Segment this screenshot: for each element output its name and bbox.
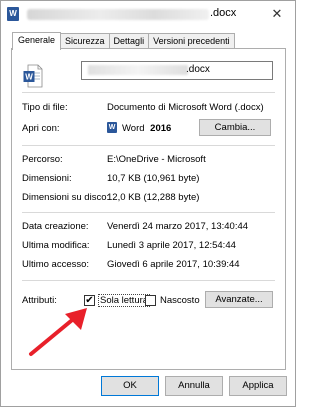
advanced-button[interactable]: Avanzate... (205, 291, 273, 308)
size-value: 10,7 KB (10,961 byte) (107, 173, 200, 184)
blurred-file-name (27, 9, 209, 20)
file-type-value: Documento di Microsoft Word (.docx) (107, 102, 264, 113)
tab-versioni-precedenti[interactable]: Versioni precedenti (148, 33, 235, 49)
apply-button[interactable]: Applica (229, 376, 287, 396)
divider (22, 212, 275, 213)
tab-generale[interactable]: Generale (12, 32, 62, 50)
file-name-suffix: .docx (186, 64, 210, 75)
opens-with-app-name: Word (122, 123, 145, 134)
divider (22, 145, 275, 146)
change-button[interactable]: Cambia... (199, 119, 271, 136)
hidden-checkbox[interactable] (145, 295, 156, 306)
word-doc-icon: W (7, 7, 19, 21)
accessed-label: Ultimo accesso: (22, 259, 90, 270)
created-label: Data creazione: (22, 221, 89, 232)
location-value: E:\OneDrive - Microsoft (107, 154, 206, 165)
close-icon[interactable]: ✕ (267, 5, 287, 23)
title-bar: W .docx ✕ (1, 1, 295, 27)
opens-with-app: Word 2016 (122, 123, 171, 134)
hidden-label[interactable]: Nascosto (159, 294, 201, 307)
file-name-field[interactable]: .docx (81, 61, 273, 80)
red-arrow-annotation (29, 308, 87, 356)
size-label: Dimensioni: (22, 173, 72, 184)
tab-strip: Generale Sicurezza Dettagli Versioni pre… (12, 32, 235, 50)
created-value: Venerdì 24 marzo 2017, 13:40:44 (107, 221, 249, 232)
opens-with-version: 2016 (150, 123, 172, 134)
accessed-value: Giovedì 6 aprile 2017, 10:39:44 (107, 259, 240, 270)
word-app-icon: W (107, 122, 117, 133)
svg-text:W: W (25, 73, 33, 82)
word-document-icon: W (23, 64, 43, 88)
modified-value: Lunedì 3 aprile 2017, 12:54:44 (107, 240, 236, 251)
location-label: Percorso: (22, 154, 63, 165)
blurred-file-name-field (88, 65, 188, 75)
modified-label: Ultima modifica: (22, 240, 90, 251)
readonly-label[interactable]: Sola lettura (97, 294, 151, 307)
file-type-label: Tipo di file: (22, 102, 68, 113)
divider (22, 280, 275, 281)
opens-with-label: Apri con: (22, 123, 60, 134)
readonly-label-text: Sola lettura (98, 294, 151, 307)
size-on-disk-value: 12,0 KB (12,288 byte) (107, 192, 200, 203)
size-on-disk-label: Dimensioni su disco: (22, 192, 110, 203)
ok-button[interactable]: OK (101, 376, 159, 396)
window-title: .docx (210, 7, 237, 19)
properties-dialog: W .docx ✕ Generale Sicurezza Dettagli Ve… (0, 0, 296, 407)
divider (22, 92, 275, 93)
tab-dettagli[interactable]: Dettagli (108, 33, 150, 49)
tab-sicurezza[interactable]: Sicurezza (60, 33, 110, 49)
cancel-button[interactable]: Annulla (165, 376, 223, 396)
